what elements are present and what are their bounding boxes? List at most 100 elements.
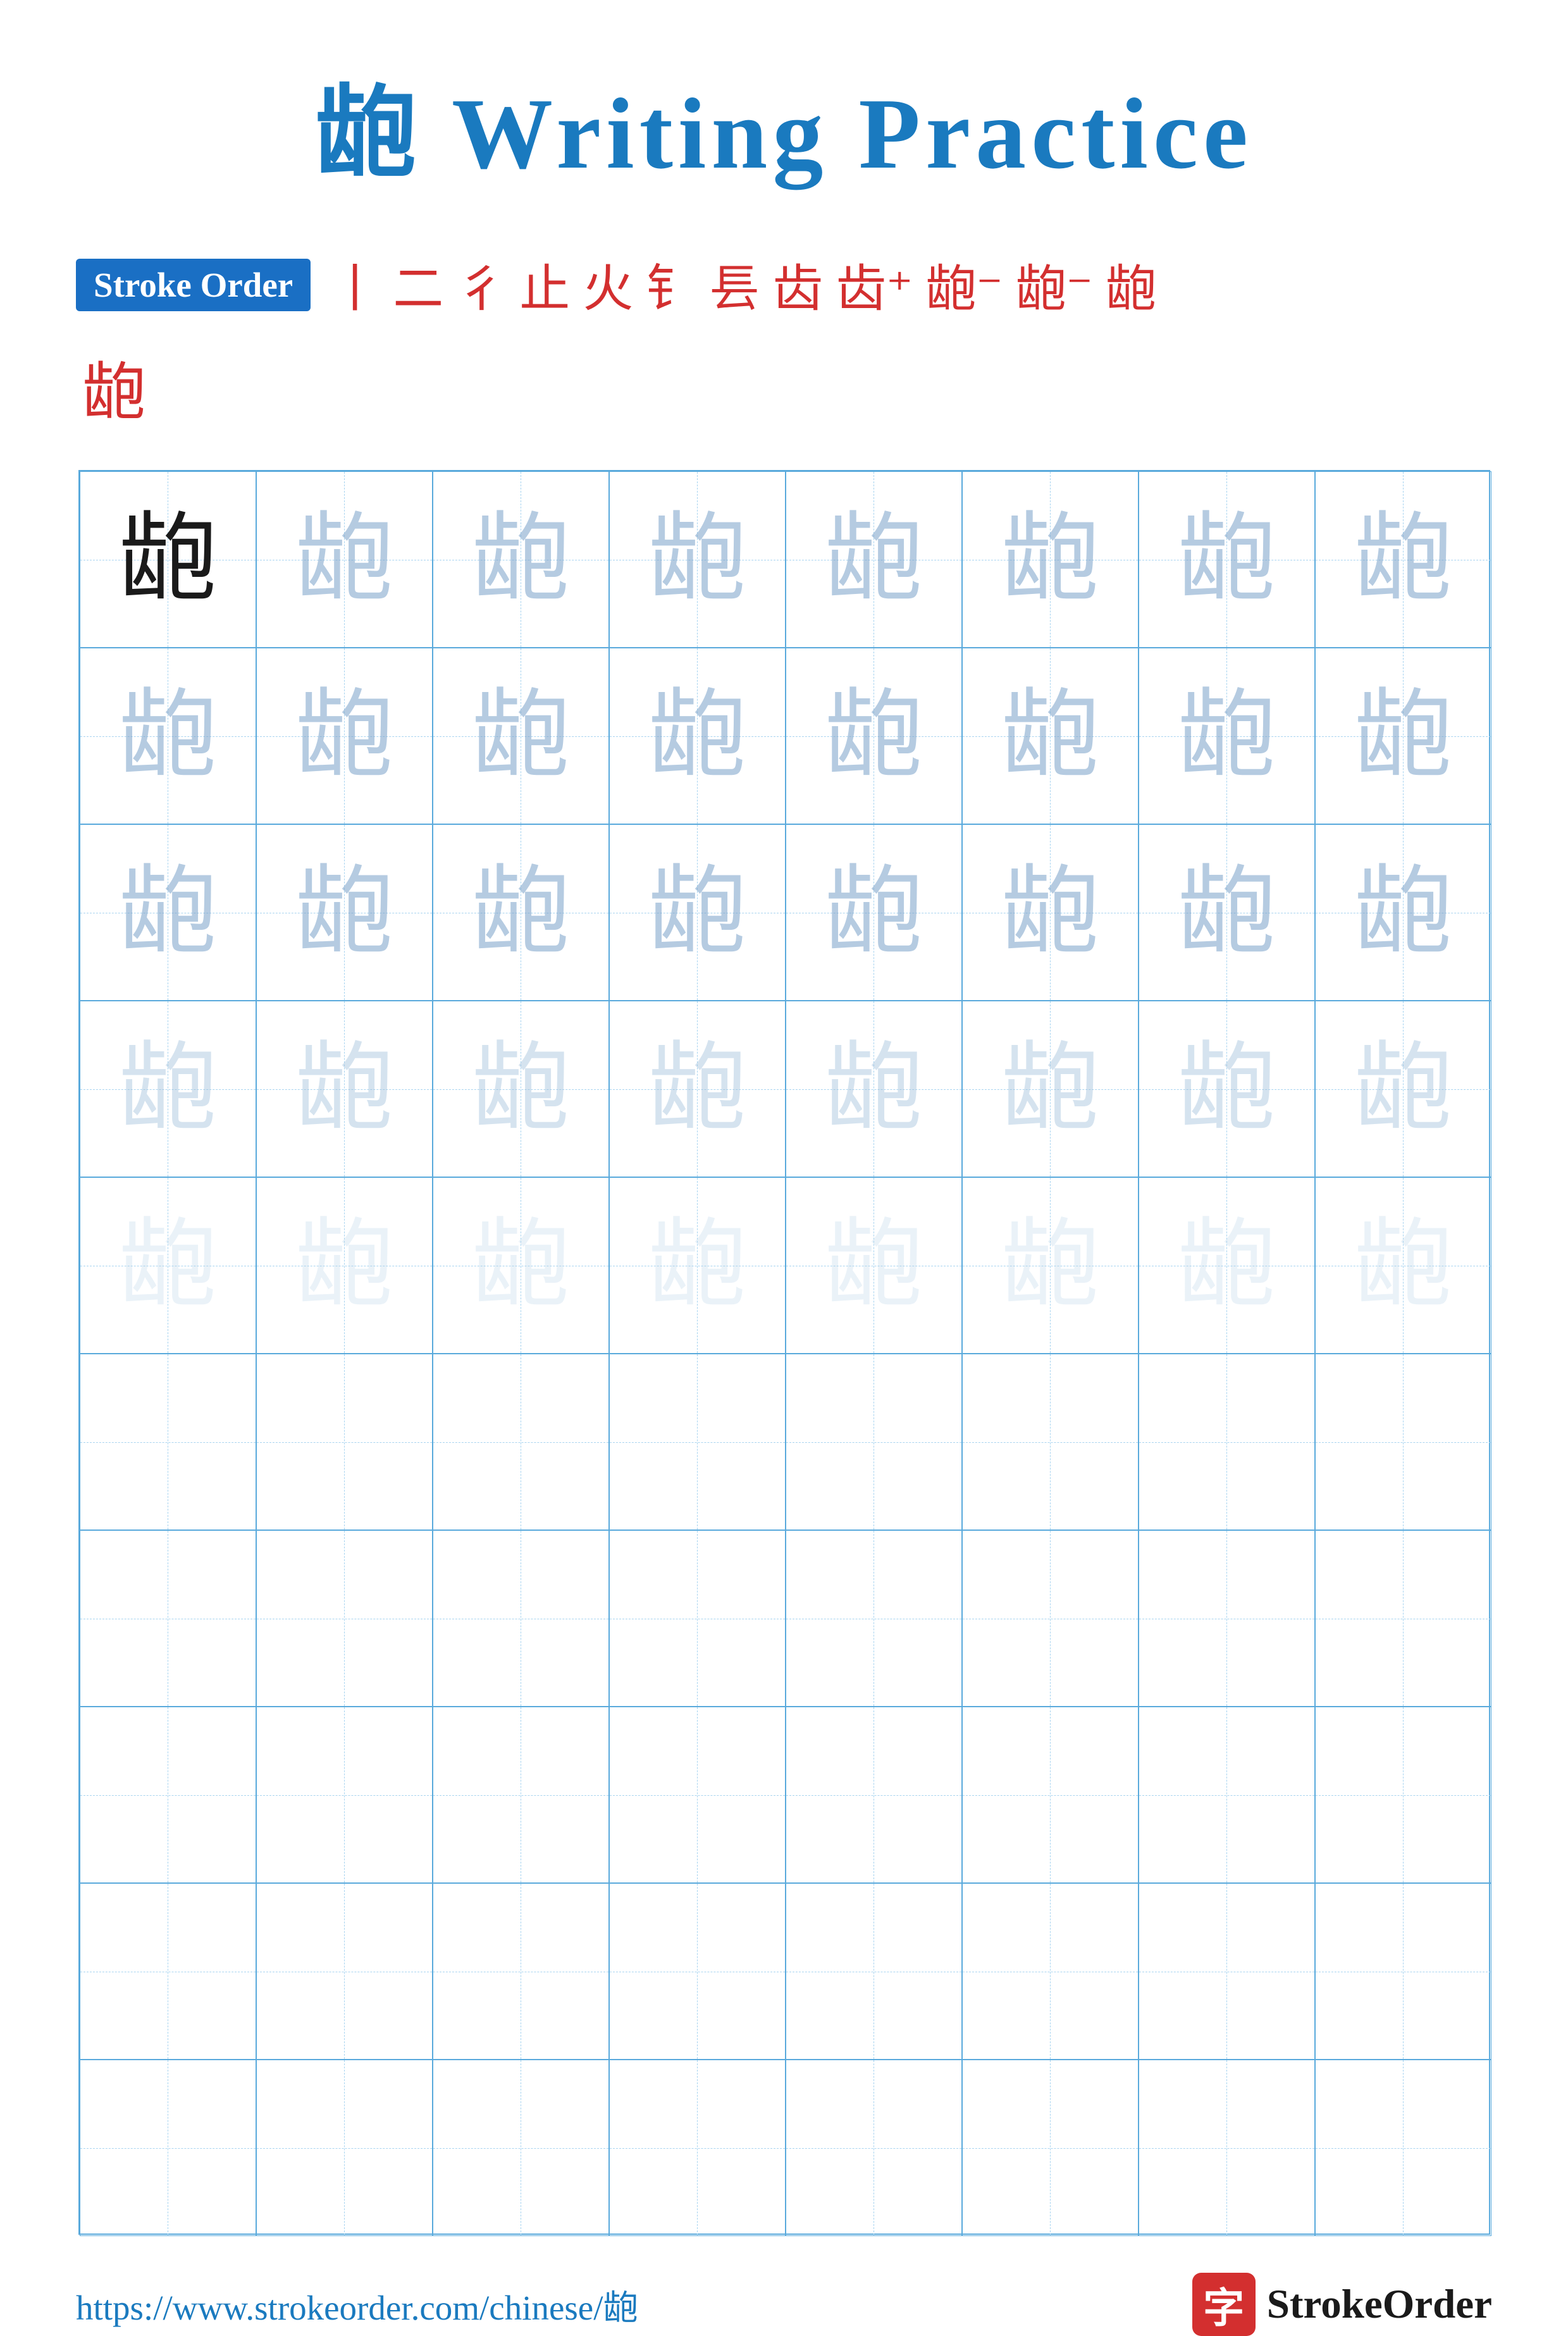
grid-cell[interactable]: 龅 [433,471,609,648]
grid-cell[interactable]: 龅 [1315,648,1491,824]
grid-cell[interactable]: 龅 [433,824,609,1001]
grid-cell[interactable]: 龅 [786,471,962,648]
stroke-4: ⽌ [519,248,570,321]
stroke-1: ⼁ [330,248,380,321]
grid-cell[interactable]: 龅 [80,1177,256,1354]
grid-cell[interactable]: 龅 [256,1177,433,1354]
grid-cell[interactable]: 龅 [433,1177,609,1354]
grid-cell[interactable]: 龅 [256,1001,433,1177]
grid-cell[interactable] [1315,1883,1491,2060]
grid-cell[interactable] [609,2060,786,2236]
grid-cell[interactable] [433,2060,609,2236]
grid-cell[interactable] [80,1530,256,1707]
grid-cell[interactable]: 龅 [1315,1001,1491,1177]
practice-char: 龅 [1001,510,1099,609]
footer-url[interactable]: https://www.strokeorder.com/chinese/龅 [76,2279,638,2330]
grid-cell[interactable]: 龅 [1315,471,1491,648]
grid-cell[interactable]: 龅 [609,471,786,648]
practice-char: 龅 [472,1040,570,1138]
grid-cell[interactable]: 龅 [786,1177,962,1354]
grid-cell[interactable]: 龅 [256,471,433,648]
grid-cell[interactable]: 龅 [1139,1001,1315,1177]
stroke-order-badge: Stroke Order [76,259,311,311]
grid-cell[interactable]: 龅 [433,1001,609,1177]
grid-cell[interactable] [80,1883,256,2060]
grid-cell[interactable] [80,2060,256,2236]
grid-cell[interactable] [256,1354,433,1530]
grid-cell[interactable] [433,1530,609,1707]
grid-cell[interactable]: 龅 [1315,1177,1491,1354]
stroke-2: ⼆ [393,248,443,321]
grid-cell[interactable] [786,1530,962,1707]
grid-cell[interactable]: 龅 [609,1177,786,1354]
grid-cell[interactable] [609,1530,786,1707]
grid-cell[interactable] [1139,1530,1315,1707]
grid-cell[interactable]: 龅 [962,1001,1139,1177]
grid-cell[interactable] [1315,2060,1491,2236]
grid-cell[interactable]: 龅 [256,824,433,1001]
practice-char: 龅 [1354,863,1452,961]
grid-cell[interactable]: 龅 [1139,1177,1315,1354]
grid-cell[interactable]: 龅 [1139,471,1315,648]
final-char-display: 龅 [82,340,1492,432]
grid-cell[interactable] [962,1707,1139,1883]
grid-cell[interactable] [80,1707,256,1883]
grid-cell[interactable]: 龅 [1139,824,1315,1001]
stroke-10: 龅⁻ [925,248,1003,321]
grid-cell[interactable]: 龅 [962,1177,1139,1354]
grid-cell[interactable] [609,1354,786,1530]
practice-char: 龅 [295,1040,393,1138]
grid-cell[interactable] [786,1707,962,1883]
grid-cell[interactable]: 龅 [786,824,962,1001]
grid-cell[interactable] [256,1707,433,1883]
grid-cell[interactable] [1139,2060,1315,2236]
grid-cell[interactable] [433,1354,609,1530]
grid-cell[interactable] [609,1883,786,2060]
grid-cell[interactable] [256,1530,433,1707]
grid-cell[interactable] [786,1883,962,2060]
grid-cell[interactable]: 龅 [256,648,433,824]
grid-cell[interactable]: 龅 [80,824,256,1001]
grid-cell[interactable] [962,1354,1139,1530]
practice-char: 龅 [1001,863,1099,961]
grid-cell[interactable]: 龅 [962,648,1139,824]
practice-char: 龅 [119,1040,217,1138]
grid-cell[interactable] [962,1883,1139,2060]
practice-char: 龅 [648,1216,746,1314]
grid-cell[interactable]: 龅 [609,1001,786,1177]
grid-cell[interactable] [433,1883,609,2060]
grid-cell[interactable]: 龅 [786,1001,962,1177]
stroke-order-section: Stroke Order ⼁ ⼆ ⼻ ⽌ ⽕ ⻐ ⻒ 齿 齿⁺ 龅⁻ 龅⁻ 龅 … [76,248,1492,432]
grid-cell[interactable] [1315,1707,1491,1883]
grid-cell[interactable] [1315,1354,1491,1530]
grid-cell[interactable] [786,2060,962,2236]
grid-cell[interactable] [1139,1354,1315,1530]
grid-cell[interactable]: 龅 [80,648,256,824]
grid-cell[interactable]: 龅 [1315,824,1491,1001]
grid-cell[interactable] [1139,1707,1315,1883]
grid-cell[interactable]: 龅 [80,471,256,648]
grid-cell[interactable]: 龅 [962,824,1139,1001]
grid-cell[interactable] [962,2060,1139,2236]
grid-cell[interactable] [256,1883,433,2060]
grid-cell[interactable] [962,1530,1139,1707]
grid-cell[interactable]: 龅 [609,824,786,1001]
grid-cell[interactable]: 龅 [609,648,786,824]
grid-cell[interactable]: 龅 [786,648,962,824]
grid-cell[interactable] [256,2060,433,2236]
grid-cell[interactable] [786,1354,962,1530]
practice-char: 龅 [1354,687,1452,785]
grid-cell[interactable] [609,1707,786,1883]
grid-cell[interactable] [433,1707,609,1883]
grid-cell[interactable] [1315,1530,1491,1707]
grid-cell[interactable] [80,1354,256,1530]
grid-cell[interactable]: 龅 [1139,648,1315,824]
practice-char: 龅 [119,1216,217,1314]
practice-grid: 龅龅龅龅龅龅龅龅龅龅龅龅龅龅龅龅龅龅龅龅龅龅龅龅龅龅龅龅龅龅龅龅龅龅龅龅龅龅龅龅 [78,470,1490,2235]
grid-cell[interactable]: 龅 [80,1001,256,1177]
grid-cell[interactable]: 龅 [433,648,609,824]
title-char: 龅 [315,77,421,190]
practice-char: 龅 [825,687,923,785]
grid-cell[interactable]: 龅 [962,471,1139,648]
grid-cell[interactable] [1139,1883,1315,2060]
